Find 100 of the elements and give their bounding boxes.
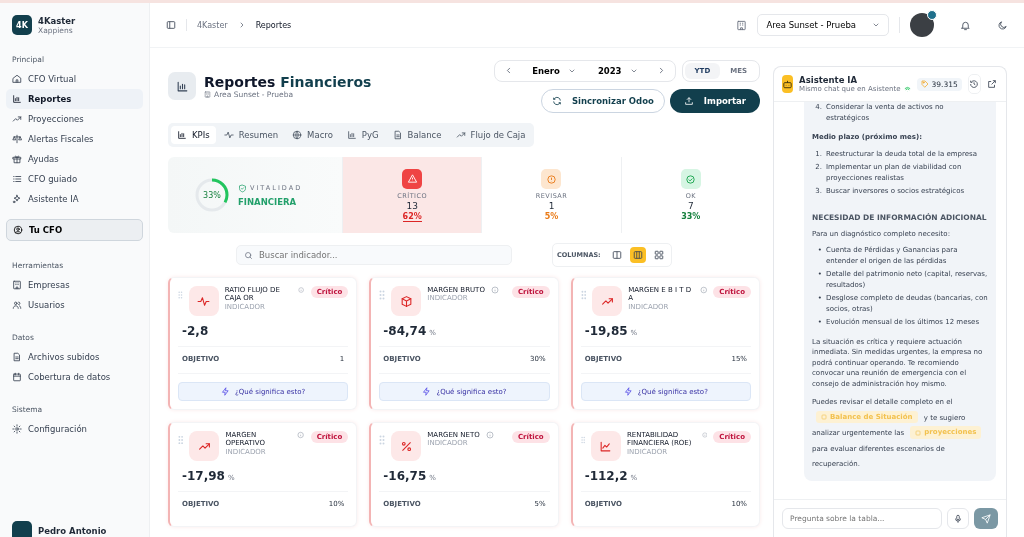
history-button[interactable] [967,74,981,94]
bar-chart-icon [177,130,187,140]
info-icon[interactable] [699,286,708,294]
info-icon[interactable] [490,286,499,294]
year-select[interactable]: 2023 [591,65,644,77]
info-icon[interactable] [701,431,708,439]
bell-icon [960,19,971,31]
bar-chart-icon [175,79,189,93]
wifi-icon [903,85,911,93]
grid-icon [653,250,664,260]
three-columns-icon [632,250,643,260]
user-name: Pedro Antonio [38,526,107,536]
send-button[interactable] [974,508,998,529]
info-icon[interactable] [297,431,305,439]
status-percent: 62% [402,211,422,222]
gift-icon [12,154,22,164]
column-layout-button[interactable] [629,247,646,263]
refresh-icon [551,96,562,106]
line-chart-icon [599,439,613,453]
sidebar-item[interactable]: Alertas Fiscales [6,129,143,149]
app-logo: 4K [12,15,32,35]
sidebar-item[interactable]: Configuración [6,419,143,439]
send-icon [981,513,991,524]
cube-icon [399,294,413,308]
pulse-icon [197,294,211,308]
month-select[interactable]: Enero [526,65,582,77]
settings-icon [12,424,22,434]
sidebar-item[interactable]: Archivos subidos [6,347,143,367]
breadcrumb-link[interactable]: Reportes [255,20,292,30]
bar-chart-icon [346,130,357,140]
kpi-value: -19,85 [584,324,628,338]
sidebar-item[interactable]: CFO Virtual [6,69,143,89]
company-select[interactable]: Area Sunset - Prueba [757,14,889,36]
chat-title: Asistente IA [799,75,859,85]
kpi-value: -84,74 [383,324,427,338]
report-tab[interactable]: PyG [340,126,385,144]
info-icon[interactable] [298,286,305,294]
drag-handle-icon[interactable] [178,290,183,300]
sidebar-item[interactable]: Reportes [6,89,143,109]
chevron-down-icon [872,21,880,29]
search-field[interactable]: Buscar indicador... [236,245,512,265]
sparkle-icon [12,194,22,204]
bar-chart-icon [12,94,22,104]
chevron-down-icon [567,67,576,75]
avatar[interactable] [910,13,934,37]
import-button[interactable]: Importar [669,89,760,113]
pulse-icon [223,130,234,140]
search-icon [244,251,253,260]
document-icon [392,130,403,140]
user-circle-icon [13,225,23,235]
lightning-icon [422,387,432,396]
building-icon [204,90,211,98]
file-icon [12,352,22,362]
chevron-down-icon [629,67,638,75]
kpi-value: -112,2 [584,469,628,483]
report-tab[interactable]: Balance [386,126,448,144]
drag-handle-icon[interactable] [580,435,585,445]
lightning-icon [623,387,633,396]
kpi-value: -16,75 [383,469,427,483]
drag-handle-icon[interactable] [178,435,184,445]
document-icon [821,413,827,420]
percent-icon [399,439,413,453]
sidebar-highlight-button[interactable]: Tu CFO [6,219,143,241]
warning-icon [406,173,418,184]
shield-icon [238,183,247,193]
lightning-icon [221,387,231,396]
sidebar-item[interactable]: Usuarios [6,295,143,315]
microphone-button[interactable] [947,508,969,529]
scale-icon [12,134,22,144]
trend-icon [455,130,466,140]
document-icon [915,429,922,436]
drag-handle-icon[interactable] [379,435,386,445]
upload-icon [683,96,694,106]
sync-button[interactable]: Sincronizar Odoo [540,89,665,113]
drag-handle-icon[interactable] [580,290,587,300]
drag-handle-icon[interactable] [379,290,386,300]
sidebar-toggle-icon[interactable] [166,20,176,30]
sidebar-item[interactable]: Asistente IA [6,189,143,209]
status-count: 13 [406,200,418,211]
alert-circle-icon [546,173,557,185]
kpi-value: -17,98 [182,469,225,483]
report-tab[interactable]: Flujo de Caja [449,126,532,144]
sidebar-item[interactable]: Ayudas [6,149,143,169]
report-tab[interactable]: Macro [286,126,339,144]
kpi-value: -2,8 [182,324,209,338]
tag-icon [920,80,929,88]
moon-icon[interactable] [997,19,1008,31]
info-icon[interactable] [485,431,494,439]
two-columns-icon [611,250,622,260]
microphone-icon [953,513,963,524]
sidebar-item[interactable]: Empresas [6,275,143,295]
report-tab[interactable]: Resumen [217,126,285,144]
report-tab[interactable]: KPIs [171,126,216,144]
sidebar-item[interactable]: CFO guiado [6,169,143,189]
sidebar-item[interactable]: Cobertura de datos [6,367,143,387]
breadcrumb-link[interactable]: 4Kaster [197,20,228,30]
sidebar-item[interactable]: Proyecciones [6,109,143,129]
page-title: Reportes Financieros [204,73,372,90]
house-icon [12,74,22,84]
status-percent: 33% [681,212,701,221]
